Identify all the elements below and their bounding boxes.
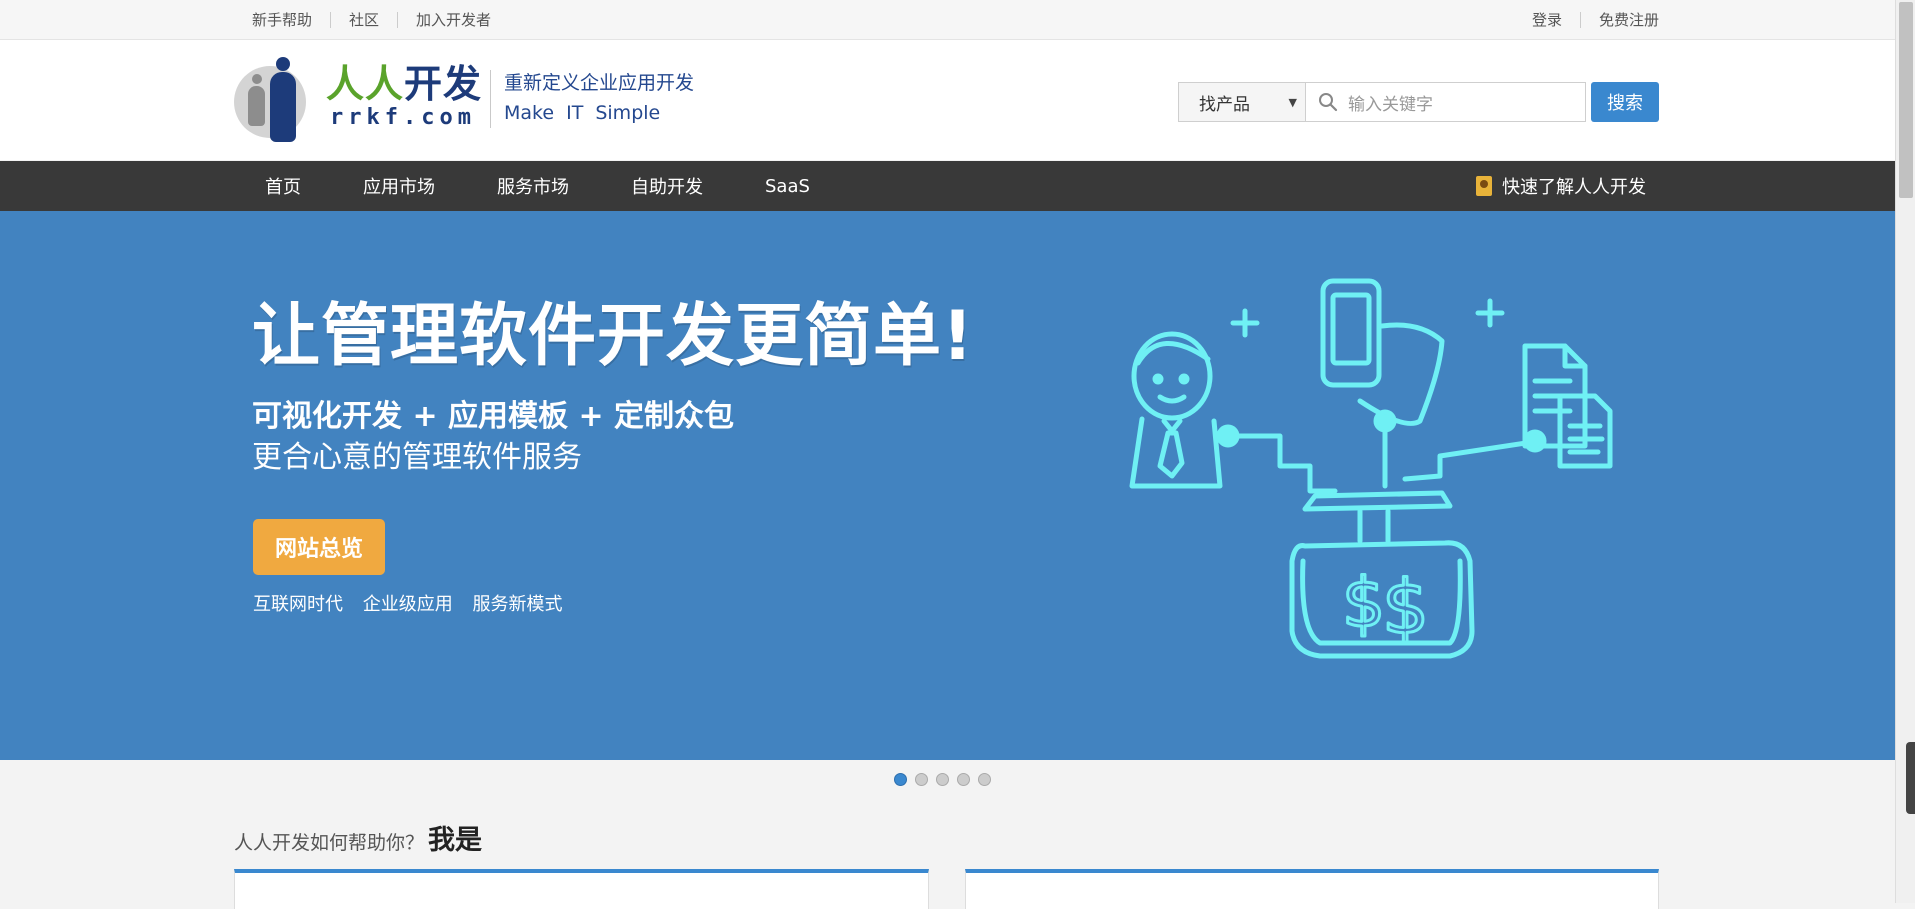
banner-illustration: $ $ — [1129, 278, 1613, 659]
help-i-am: 我是 — [428, 825, 483, 856]
logo-person-small-body — [248, 86, 265, 126]
carousel-dot[interactable] — [936, 773, 949, 786]
nav-item-service-market[interactable]: 服务市场 — [497, 173, 569, 199]
slogan-en: Make IT Simple — [504, 102, 661, 124]
search-bar: 找产品 ▼ 输入关键字 搜索 — [1178, 82, 1659, 124]
banner-headline: 让管理软件开发更简单! — [252, 297, 975, 376]
carousel-dots — [894, 773, 999, 786]
search-placeholder: 输入关键字 — [1348, 94, 1433, 115]
nav-item-saas[interactable]: SaaS — [765, 176, 810, 197]
carousel-dot[interactable] — [915, 773, 928, 786]
quick-intro-label: 快速了解人人开发 — [1502, 177, 1646, 198]
banner-subtitle-2: 更合心意的管理软件服务 — [252, 440, 582, 475]
search-input[interactable]: 输入关键字 — [1306, 82, 1586, 122]
help-heading: 人人开发如何帮助你？ 我是 — [234, 826, 482, 858]
caret-down-icon: ▼ — [1288, 96, 1297, 109]
role-card-left[interactable] — [234, 869, 929, 909]
logo-text-en: rrkf.com — [330, 105, 476, 130]
logo-person-small-icon — [252, 74, 262, 84]
banner-tag: 企业级应用 — [362, 594, 453, 615]
banner-subtitle-1: 可视化开发 + 应用模板 + 定制众包 — [252, 399, 735, 434]
main-nav: 首页 应用市场 服务市场 自助开发 SaaS 快速了解人人开发 — [0, 161, 1895, 211]
logo-text-cn: 人人开发 — [326, 64, 482, 104]
side-tool-widget[interactable] — [1906, 742, 1915, 814]
role-card-right[interactable] — [965, 869, 1659, 909]
help-question: 人人开发如何帮助你？ — [234, 832, 425, 854]
top-link-community[interactable]: 社区 — [330, 11, 397, 28]
connector-lines — [1216, 409, 1547, 544]
smartphone-icon — [1320, 278, 1445, 426]
carousel-dot[interactable] — [957, 773, 970, 786]
contact-book-icon — [1476, 176, 1492, 196]
slogan-cn: 重新定义企业应用开发 — [504, 72, 695, 94]
hero-banner: 让管理软件开发更简单! 可视化开发 + 应用模板 + 定制众包 更合心意的管理软… — [0, 211, 1895, 760]
nav-item-home[interactable]: 首页 — [265, 173, 301, 199]
register-link[interactable]: 免费注册 — [1579, 11, 1659, 28]
svg-text:$: $ — [1342, 564, 1385, 643]
logo-person-icon — [276, 57, 290, 71]
nav-item-self-develop[interactable]: 自助开发 — [631, 173, 703, 199]
logo-text-green: 人人 — [326, 62, 405, 106]
login-link[interactable]: 登录 — [1514, 12, 1562, 28]
nav-item-app-market[interactable]: 应用市场 — [363, 173, 435, 199]
carousel-dot[interactable] — [978, 773, 991, 786]
person-icon — [1129, 331, 1223, 489]
scrollbar-thumb[interactable] — [1899, 2, 1913, 198]
money-box-icon: $ $ — [1289, 540, 1475, 659]
user-links: 登录 免费注册 — [1514, 0, 1659, 39]
search-category-value: 找产品 — [1199, 94, 1250, 115]
logo-person-body — [270, 72, 296, 142]
top-links: 新手帮助 社区 加入开发者 — [252, 0, 509, 39]
search-button[interactable]: 搜索 — [1591, 82, 1659, 122]
slogan-divider — [490, 70, 491, 128]
banner-tag: 服务新模式 — [472, 594, 563, 615]
top-link-join-developer[interactable]: 加入开发者 — [397, 11, 509, 28]
nav-items: 首页 应用市场 服务市场 自助开发 SaaS — [265, 161, 872, 211]
search-icon — [1319, 93, 1338, 112]
search-category-select[interactable]: 找产品 ▼ — [1178, 82, 1306, 122]
banner-tag: 互联网时代 — [253, 594, 343, 615]
header: 人人开发 rrkf.com 重新定义企业应用开发 Make IT Simple … — [0, 40, 1895, 160]
banner-tags: 互联网时代 企业级应用 服务新模式 — [253, 593, 576, 617]
top-link-help[interactable]: 新手帮助 — [252, 12, 330, 28]
carousel-dot[interactable] — [894, 773, 907, 786]
logo-text-blue: 开发 — [404, 62, 483, 106]
top-bar: 新手帮助 社区 加入开发者 登录 免费注册 — [0, 0, 1895, 40]
quick-intro-link[interactable]: 快速了解人人开发 — [1476, 161, 1646, 211]
site-overview-button[interactable]: 网站总览 — [253, 519, 385, 575]
svg-text:$: $ — [1382, 565, 1429, 651]
